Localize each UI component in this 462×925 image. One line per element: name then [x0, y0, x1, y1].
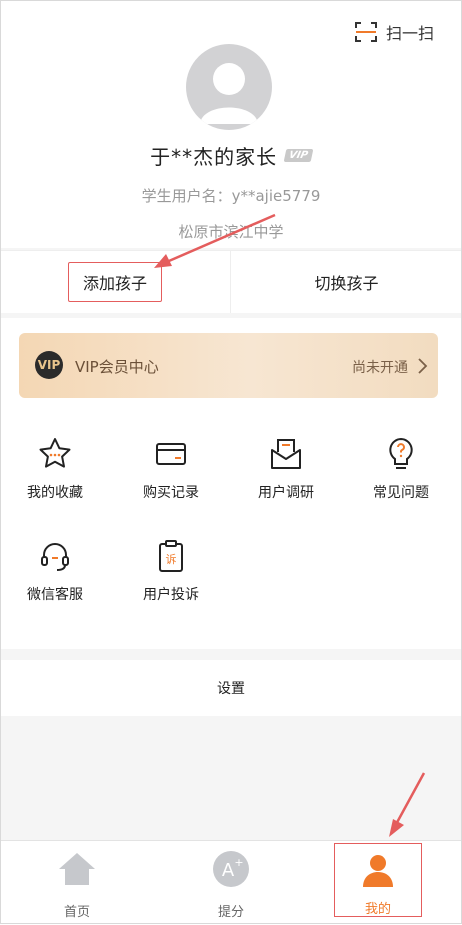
vip-center-card[interactable]: VIP VIP会员中心 尚未开通 — [19, 333, 438, 398]
feature-label: 我的收藏 — [27, 485, 83, 501]
feature-user-complaint[interactable]: 诉 用户投诉 — [116, 538, 226, 618]
nav-mine[interactable]: 我的 — [334, 843, 422, 917]
school-name: 松原市滨江中学 — [178, 223, 284, 241]
vip-logo-icon: VIP — [35, 351, 63, 379]
main-panel: VIP VIP会员中心 尚未开通 我的收藏 购买记录 用户调研 常见问题 微信客… — [0, 318, 462, 649]
star-icon — [39, 438, 71, 468]
scan-button[interactable]: 扫一扫 — [354, 18, 434, 46]
vip-status: 尚未开通 — [352, 360, 408, 376]
bottom-nav: 首页 A + 提分 我的 — [0, 840, 462, 925]
child-actions: 添加孩子 切换孩子 — [0, 250, 462, 313]
annotation-arrow-icon — [389, 772, 426, 837]
feature-purchase-history[interactable]: 购买记录 — [116, 436, 226, 516]
clipboard-complaint-icon: 诉 — [159, 540, 183, 572]
home-icon — [59, 853, 95, 885]
feature-label: 用户调研 — [258, 485, 314, 501]
chevron-right-icon — [418, 358, 428, 374]
svg-text:A: A — [222, 860, 235, 881]
feature-user-survey[interactable]: 用户调研 — [231, 436, 341, 516]
parent-name-row: 于**杰的家长 VIP — [0, 141, 462, 170]
switch-child-label: 切换孩子 — [314, 274, 379, 293]
feature-label: 微信客服 — [27, 587, 83, 603]
headset-icon — [41, 543, 69, 571]
vip-center-title: VIP会员中心 — [75, 358, 159, 376]
profile-header: 扫一扫 于**杰的家长 VIP 学生用户名：y**ajie5779 松原市滨江中… — [0, 0, 462, 248]
switch-child-button[interactable]: 切换孩子 — [231, 251, 462, 313]
parent-name: 于**杰的家长 — [150, 145, 278, 169]
add-child-label: 添加孩子 — [67, 262, 162, 302]
feature-label: 常见问题 — [373, 485, 429, 501]
feature-favorites[interactable]: 我的收藏 — [0, 436, 110, 516]
feature-faq[interactable]: 常见问题 — [346, 436, 456, 516]
add-child-button[interactable]: 添加孩子 — [0, 251, 230, 313]
nav-improve-score[interactable]: A + 提分 — [154, 841, 308, 925]
vip-badge: VIP — [283, 149, 314, 162]
scan-label: 扫一扫 — [386, 24, 435, 43]
feature-label: 购买记录 — [143, 485, 199, 501]
card-icon — [156, 443, 186, 465]
scan-icon — [355, 22, 377, 42]
grade-a-plus-icon: A + — [213, 851, 249, 887]
nav-label: 我的 — [364, 902, 391, 917]
person-icon — [363, 855, 393, 887]
svg-text:+: + — [234, 856, 243, 869]
nav-label: 首页 — [63, 905, 90, 920]
avatar-placeholder-icon — [200, 63, 258, 124]
svg-text:诉: 诉 — [166, 553, 177, 566]
student-username: 学生用户名：y**ajie5779 — [141, 187, 321, 205]
settings-item[interactable]: 设置 — [0, 660, 462, 716]
feature-label: 用户投诉 — [143, 587, 199, 603]
nav-home[interactable]: 首页 — [0, 841, 154, 925]
avatar[interactable] — [186, 44, 272, 130]
nav-label: 提分 — [217, 905, 244, 920]
feature-wechat-support[interactable]: 微信客服 — [0, 538, 110, 618]
settings-label: 设置 — [217, 681, 245, 697]
mail-icon — [271, 439, 301, 469]
bulb-question-icon — [389, 437, 413, 469]
